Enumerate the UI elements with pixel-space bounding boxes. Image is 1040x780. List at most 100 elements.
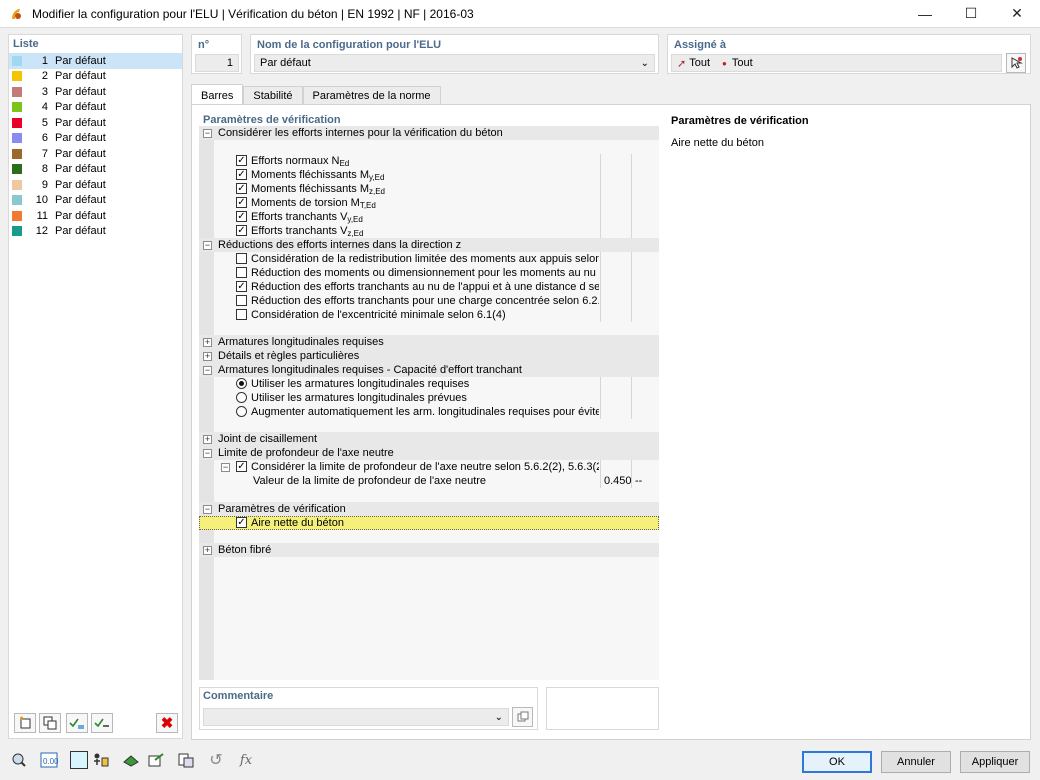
radio-button[interactable] bbox=[236, 392, 247, 403]
expand-icon[interactable]: + bbox=[203, 546, 212, 555]
set-icon: ● bbox=[722, 58, 727, 68]
net-concrete-area-option[interactable]: ✓ Aire nette du béton bbox=[199, 516, 659, 530]
cancel-button[interactable]: Annuler bbox=[881, 751, 951, 773]
checkbox[interactable]: ✓ bbox=[236, 211, 247, 222]
minimize-icon[interactable]: — bbox=[902, 0, 948, 28]
apply-button[interactable]: Appliquer bbox=[960, 751, 1030, 773]
shear-capacity-option[interactable]: Utiliser les armatures longitudinales pr… bbox=[199, 391, 659, 405]
list-item[interactable]: 6 Par défaut bbox=[9, 131, 182, 147]
tab-stabilite[interactable]: Stabilité bbox=[243, 86, 303, 104]
checkbox[interactable] bbox=[236, 267, 247, 278]
config-name-dropdown[interactable]: Par défaut ⌄ bbox=[254, 54, 655, 72]
checkbox[interactable]: ✓ bbox=[236, 155, 247, 166]
close-icon[interactable]: ✕ bbox=[994, 0, 1040, 28]
delete-config-icon[interactable]: ✖ bbox=[156, 713, 178, 733]
decimal-places-icon[interactable]: 0.00 bbox=[38, 750, 60, 770]
list-item[interactable]: 4 Par défaut bbox=[9, 100, 182, 116]
internal-force-option[interactable]: ✓ Moments fléchissants My,Ed bbox=[199, 168, 659, 182]
list-item[interactable]: 8 Par défaut bbox=[9, 162, 182, 178]
expand-icon[interactable]: + bbox=[203, 338, 212, 347]
table-icon[interactable] bbox=[175, 750, 197, 770]
checkbox[interactable]: ✓ bbox=[236, 183, 247, 194]
list-item[interactable]: 5 Par défaut bbox=[9, 115, 182, 131]
reduction-option[interactable]: Considération de la redistribution limit… bbox=[199, 252, 659, 266]
expand-icon[interactable]: + bbox=[203, 352, 212, 361]
uncheck-all-icon[interactable] bbox=[91, 713, 113, 733]
list-item[interactable]: 11 Par défaut bbox=[9, 208, 182, 224]
list-item[interactable]: 9 Par défaut bbox=[9, 177, 182, 193]
checkbox[interactable]: ✓ bbox=[236, 197, 247, 208]
config-number-field[interactable]: 1 bbox=[195, 54, 239, 72]
list-item[interactable]: 7 Par défaut bbox=[9, 146, 182, 162]
new-config-icon[interactable] bbox=[14, 713, 36, 733]
internal-force-option[interactable]: ✓ Efforts tranchants Vy,Ed bbox=[199, 210, 659, 224]
radio-button[interactable] bbox=[236, 406, 247, 417]
neutral-axis-option[interactable]: − ✓ Considérer la limite de profondeur de … bbox=[199, 460, 659, 474]
shear-capacity-option[interactable]: Utiliser les armatures longitudinales re… bbox=[199, 377, 659, 391]
export-icon[interactable] bbox=[145, 750, 167, 770]
checkbox[interactable]: ✓ bbox=[236, 461, 247, 472]
checkbox[interactable] bbox=[236, 253, 247, 264]
option-label: Moments fléchissants Mz,Ed bbox=[251, 183, 385, 196]
shear-capacity-option[interactable]: Augmenter automatiquement les arm. longi… bbox=[199, 405, 659, 419]
collapse-icon[interactable]: − bbox=[203, 129, 212, 138]
color-box-icon[interactable] bbox=[68, 750, 90, 770]
list-item-number: 8 bbox=[41, 163, 48, 176]
collapse-icon[interactable]: − bbox=[221, 463, 230, 472]
option-label: Considérer la limite de profondeur de l'… bbox=[251, 461, 599, 473]
select-objects-icon[interactable] bbox=[1006, 53, 1026, 73]
reduction-option[interactable]: Considération de l'excentricité minimale… bbox=[199, 308, 659, 322]
reduction-option[interactable]: ✓ Réduction des efforts tranchants au nu … bbox=[199, 280, 659, 294]
internal-force-option[interactable]: ✓ Efforts tranchants Vz,Ed bbox=[199, 224, 659, 238]
assigned-field[interactable]: ➚ Tout ● Tout bbox=[671, 54, 1002, 72]
color-swatch bbox=[12, 226, 22, 237]
reduction-option[interactable]: Réduction des efforts tranchants pour un… bbox=[199, 294, 659, 308]
comment-extra-panel bbox=[546, 687, 659, 730]
search-icon[interactable] bbox=[8, 750, 30, 770]
comment-edit-icon[interactable] bbox=[512, 707, 533, 727]
collapse-icon[interactable]: − bbox=[203, 241, 212, 250]
checkbox[interactable]: ✓ bbox=[236, 281, 247, 292]
internal-force-option[interactable]: ✓ Moments de torsion MT,Ed bbox=[199, 196, 659, 210]
list-item[interactable]: 2 Par défaut bbox=[9, 69, 182, 85]
list-item[interactable]: 10 Par défaut bbox=[9, 193, 182, 209]
tab-parametres-norme[interactable]: Paramètres de la norme bbox=[302, 86, 441, 104]
collapse-icon[interactable]: − bbox=[203, 505, 212, 514]
checkbox[interactable]: ✓ bbox=[236, 169, 247, 180]
neutral-axis-limit-value[interactable]: 0.450 bbox=[604, 475, 632, 487]
value-cells bbox=[600, 460, 659, 474]
group-label: Considérer les efforts internes pour la … bbox=[218, 127, 503, 139]
radio-button[interactable] bbox=[236, 378, 247, 389]
ok-button[interactable]: OK bbox=[802, 751, 872, 773]
color-swatch bbox=[12, 164, 22, 175]
list-item[interactable]: 12 Par défaut bbox=[9, 224, 182, 240]
check-all-icon[interactable] bbox=[66, 713, 88, 733]
list-item[interactable]: 1 Par défaut bbox=[9, 53, 182, 69]
internal-force-option[interactable]: ✓ Efforts normaux NEd bbox=[199, 154, 659, 168]
expand-icon[interactable]: + bbox=[203, 435, 212, 444]
reduction-option[interactable]: Réduction des moments ou dimensionnement… bbox=[199, 266, 659, 280]
internal-force-option[interactable]: ✓ Moments fléchissants Mz,Ed bbox=[199, 182, 659, 196]
collapse-icon[interactable]: − bbox=[203, 366, 212, 375]
maximize-icon[interactable]: ☐ bbox=[948, 0, 994, 28]
collapse-icon[interactable]: − bbox=[203, 449, 212, 458]
tab-barres[interactable]: Barres bbox=[191, 84, 244, 104]
option-label: Moments fléchissants My,Ed bbox=[251, 169, 385, 182]
list-item[interactable]: 3 Par défaut bbox=[9, 84, 182, 100]
units-icon[interactable] bbox=[90, 750, 112, 770]
checkbox[interactable]: ✓ bbox=[236, 517, 247, 528]
checkbox[interactable]: ✓ bbox=[236, 225, 247, 236]
value-cells bbox=[600, 210, 659, 224]
model-view-icon[interactable] bbox=[120, 750, 142, 770]
reset-icon[interactable]: ↺ bbox=[205, 750, 227, 770]
value-cells bbox=[600, 294, 659, 308]
comment-dropdown[interactable]: ⌄ bbox=[203, 708, 509, 726]
copy-config-icon[interactable] bbox=[39, 713, 61, 733]
formula-icon[interactable]: fx bbox=[235, 750, 257, 770]
list-item-number: 3 bbox=[41, 85, 48, 98]
value-cells bbox=[600, 196, 659, 210]
color-swatch bbox=[12, 102, 22, 113]
list-item-number: 4 bbox=[41, 101, 48, 114]
checkbox[interactable] bbox=[236, 295, 247, 306]
checkbox[interactable] bbox=[236, 309, 247, 320]
